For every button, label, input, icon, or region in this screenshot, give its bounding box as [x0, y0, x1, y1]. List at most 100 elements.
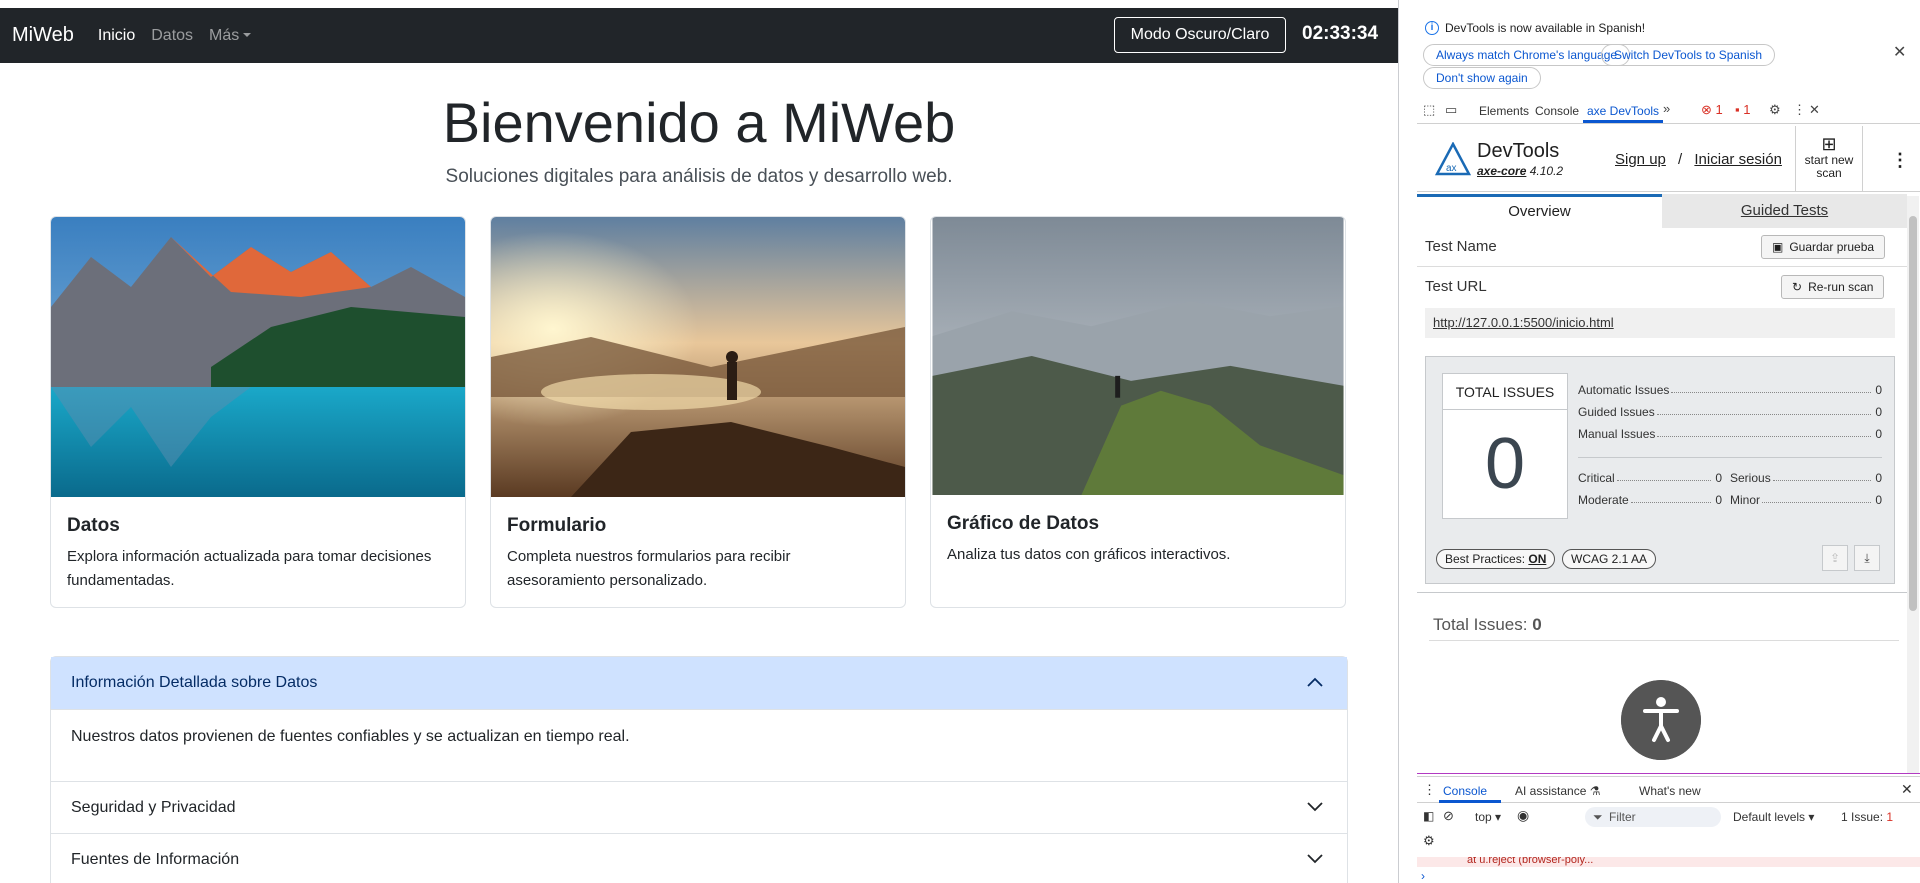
stat-label: Manual Issues — [1578, 427, 1656, 441]
website-viewport: MiWeb Inicio Datos Más Modo Oscuro/Claro… — [0, 0, 1398, 883]
close-icon[interactable]: ✕ — [1893, 42, 1906, 62]
tab-guided-tests[interactable]: Guided Tests — [1662, 194, 1907, 228]
login-link[interactable]: Iniciar sesión — [1694, 151, 1782, 168]
caret-down-icon — [243, 33, 252, 38]
card-datos[interactable]: Datos Explora información actualizada pa… — [50, 216, 466, 608]
stat-value: 0 — [1715, 471, 1722, 485]
sign-up-link[interactable]: Sign up — [1615, 151, 1666, 168]
page-title: Bienvenido a MiWeb — [442, 91, 956, 154]
dont-show-again-button[interactable]: Don't show again — [1423, 67, 1541, 89]
gear-icon[interactable]: ⚙ — [1769, 102, 1781, 118]
drawer-menu-icon[interactable]: ⋮ — [1423, 782, 1436, 798]
dotted-leader — [1671, 383, 1872, 393]
stat-label: Automatic Issues — [1578, 383, 1670, 397]
total-issues-label: TOTAL ISSUES — [1443, 374, 1567, 410]
active-tab-indicator — [1439, 800, 1501, 803]
stat-value: 0 — [1715, 493, 1722, 507]
more-options-icon[interactable]: ⋮ — [1793, 102, 1806, 118]
clear-console-icon[interactable]: ⊘ — [1443, 808, 1454, 824]
test-url-link[interactable]: http://127.0.0.1:5500/inicio.html — [1425, 308, 1895, 338]
nav-mas-label: Más — [209, 26, 240, 44]
drawer-tab-whats-new[interactable]: What's new — [1639, 784, 1701, 798]
console-settings-gear-icon[interactable]: ⚙ — [1423, 833, 1435, 849]
card-text: Completa nuestros formularios para recib… — [507, 548, 791, 589]
best-practices-toggle[interactable]: Best Practices: ON — [1436, 549, 1556, 569]
chevron-down-icon — [1307, 854, 1323, 864]
brand-link[interactable]: MiWeb — [12, 24, 74, 47]
axe-menu-icon[interactable]: ⋮ — [1891, 150, 1909, 171]
best-practices-value: ON — [1528, 552, 1547, 566]
log-levels-value: Default levels — [1733, 810, 1806, 824]
wcag-level-selector[interactable]: WCAG 2.1 AA — [1562, 549, 1657, 569]
stat-minor: Minor 0 — [1730, 493, 1882, 507]
accordion-header-fuentes[interactable]: Fuentes de Información — [51, 833, 1347, 883]
console-drawer: ⋮ Console AI assistance ⚗ What's new ✕ ◧… — [1417, 776, 1920, 883]
active-tab-indicator — [1583, 120, 1663, 123]
nav-inicio[interactable]: Inicio — [98, 27, 135, 45]
card-grafico[interactable]: Gráfico de Datos Analiza tus datos con g… — [930, 216, 1346, 608]
switch-spanish-button[interactable]: Switch DevTools to Spanish — [1601, 44, 1776, 66]
accordion-title: Información Detallada sobre Datos — [71, 674, 318, 691]
filter-input[interactable]: ⏷ Filter — [1585, 807, 1721, 827]
divider — [1417, 266, 1907, 267]
tab-elements[interactable]: Elements — [1479, 104, 1529, 118]
close-drawer-icon[interactable]: ✕ — [1901, 781, 1913, 798]
axe-scrollbar-thumb[interactable] — [1909, 216, 1917, 611]
nav-mas-dropdown[interactable]: Más — [209, 26, 252, 45]
dark-mode-toggle-button[interactable]: Modo Oscuro/Claro — [1114, 17, 1286, 53]
stat-label: Serious — [1730, 471, 1771, 485]
divider — [1429, 640, 1899, 641]
stat-label: Moderate — [1578, 493, 1629, 507]
tab-axe-devtools[interactable]: axe DevTools — [1587, 104, 1659, 118]
start-new-scan-button[interactable]: ⊞ start new scan — [1795, 126, 1863, 192]
stat-guided: Guided Issues 0 — [1578, 405, 1882, 419]
save-test-button[interactable]: ▣ Guardar prueba — [1761, 235, 1886, 259]
stat-moderate: Moderate 0 — [1578, 493, 1722, 507]
stat-value: 0 — [1875, 405, 1882, 419]
axe-scrollbar[interactable] — [1907, 196, 1919, 774]
filter-icon: ⏷ — [1593, 810, 1603, 824]
card-formulario[interactable]: Formulario Completa nuestros formularios… — [490, 216, 906, 608]
error-count[interactable]: ⊗ 1 — [1701, 102, 1723, 118]
tab-overview[interactable]: Overview — [1417, 194, 1662, 228]
svg-text:ax: ax — [1446, 163, 1457, 174]
card-title: Formulario — [507, 515, 607, 536]
match-language-button[interactable]: Always match Chrome's language — [1423, 44, 1631, 66]
nav-datos[interactable]: Datos — [151, 27, 193, 45]
test-name-label: Test Name — [1425, 238, 1497, 255]
download-icon[interactable]: ⤓ — [1854, 545, 1880, 571]
rerun-label: Re-run scan — [1808, 280, 1874, 294]
issues-link[interactable]: 1 Issue: 1 — [1841, 810, 1893, 824]
console-prompt-icon[interactable]: › — [1421, 869, 1425, 883]
tab-console[interactable]: Console — [1535, 104, 1579, 118]
rerun-scan-button[interactable]: ↻ Re-run scan — [1781, 275, 1885, 299]
accordion-header-datos[interactable]: Información Detallada sobre Datos — [51, 657, 1347, 709]
log-levels-dropdown[interactable]: Default levels ▾ — [1733, 810, 1814, 824]
info-icon: i — [1425, 21, 1439, 35]
share-icon[interactable]: ⇪ — [1822, 545, 1848, 571]
close-devtools-icon[interactable]: ✕ — [1809, 102, 1820, 118]
sidebar-toggle-icon[interactable]: ◧ — [1423, 809, 1434, 823]
accordion-header-seguridad[interactable]: Seguridad y Privacidad — [51, 781, 1347, 833]
axe-core-link[interactable]: axe-core — [1477, 164, 1526, 178]
accordion-body: Nuestros datos provienen de fuentes conf… — [51, 709, 1347, 781]
inspect-element-icon[interactable]: ⬚ — [1423, 102, 1435, 118]
drawer-tab-ai-assistance[interactable]: AI assistance ⚗ — [1515, 784, 1600, 798]
device-toolbar-icon[interactable]: ▭ — [1445, 102, 1457, 118]
issues-count: 1 — [1886, 810, 1894, 824]
divider — [1417, 592, 1907, 593]
drawer-tab-console[interactable]: Console — [1443, 784, 1487, 798]
top-strip — [0, 0, 1398, 8]
eye-icon[interactable]: ◉ — [1517, 807, 1529, 824]
refresh-icon: ↻ — [1792, 280, 1803, 294]
card-text: Explora información actualizada para tom… — [67, 548, 432, 589]
issue-count[interactable]: ▪ 1 — [1735, 102, 1750, 117]
total-issues-text: Total Issues: — [1433, 615, 1528, 634]
dotted-leader — [1657, 427, 1872, 437]
total-issues-count: 0 — [1532, 615, 1542, 634]
more-tabs-icon[interactable]: » — [1663, 101, 1670, 116]
issues-label: 1 Issue: — [1841, 810, 1884, 824]
context-selector[interactable]: top ▾ — [1475, 810, 1501, 824]
test-url-label: Test URL — [1425, 278, 1487, 295]
stat-critical: Critical 0 — [1578, 471, 1722, 485]
